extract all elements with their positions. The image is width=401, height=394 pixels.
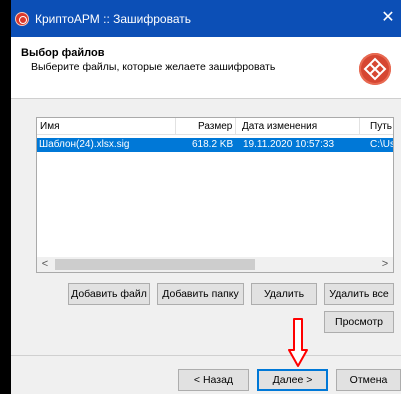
cancel-button[interactable]: Отмена — [336, 369, 401, 391]
title-bar: КриптоАРМ :: Зашифровать ✕ — [11, 0, 401, 37]
step-title: Выбор файлов — [21, 47, 105, 59]
delete-all-button[interactable]: Удалить все — [324, 283, 394, 305]
close-button[interactable]: ✕ — [379, 9, 397, 27]
file-list[interactable]: Имя Размер Дата изменения Путь Шаблон(24… — [36, 117, 394, 273]
file-path-cell: C:\Us — [370, 139, 394, 150]
scroll-right-icon[interactable]: > — [377, 257, 393, 272]
file-modified-cell: 19.11.2020 10:57:33 — [243, 139, 335, 150]
column-divider[interactable] — [359, 118, 360, 135]
horizontal-scrollbar[interactable]: < > — [36, 257, 394, 273]
back-button[interactable]: < Назад — [178, 369, 249, 391]
cryptoarm-app-icon — [15, 12, 29, 26]
annotation-arrow-icon — [288, 318, 308, 367]
step-subtitle: Выберите файлы, которые желаете зашифров… — [31, 61, 276, 73]
file-list-header: Имя Размер Дата изменения Путь — [37, 118, 393, 135]
file-row-selected[interactable]: Шаблон(24).xlsx.sig 618.2 KB 19.11.2020 … — [37, 138, 393, 152]
cryptoarm-logo-icon — [359, 53, 391, 85]
scroll-thumb[interactable] — [55, 259, 255, 270]
column-header-name[interactable]: Имя — [40, 121, 59, 132]
wizard-header: Выбор файлов Выберите файлы, которые жел… — [11, 37, 401, 99]
window-frame-left — [0, 0, 11, 394]
footer-divider — [11, 355, 401, 356]
column-header-size[interactable]: Размер — [198, 121, 232, 132]
column-divider[interactable] — [235, 118, 236, 135]
column-header-path[interactable]: Путь — [370, 121, 392, 132]
view-button[interactable]: Просмотр — [324, 311, 394, 333]
column-header-modified[interactable]: Дата изменения — [242, 121, 317, 132]
add-folder-button[interactable]: Добавить папку — [157, 283, 244, 305]
add-file-button[interactable]: Добавить файл — [68, 283, 150, 305]
scroll-left-icon[interactable]: < — [37, 257, 53, 272]
next-button[interactable]: Далее > — [257, 369, 328, 391]
column-divider[interactable] — [175, 118, 176, 135]
window-title: КриптоАРМ :: Зашифровать — [35, 12, 191, 26]
delete-button[interactable]: Удалить — [251, 283, 317, 305]
file-size-cell: 618.2 KB — [192, 139, 234, 150]
encrypt-dialog: КриптоАРМ :: Зашифровать ✕ Выбор файлов … — [11, 0, 401, 394]
file-name-cell: Шаблон(24).xlsx.sig — [39, 139, 130, 150]
